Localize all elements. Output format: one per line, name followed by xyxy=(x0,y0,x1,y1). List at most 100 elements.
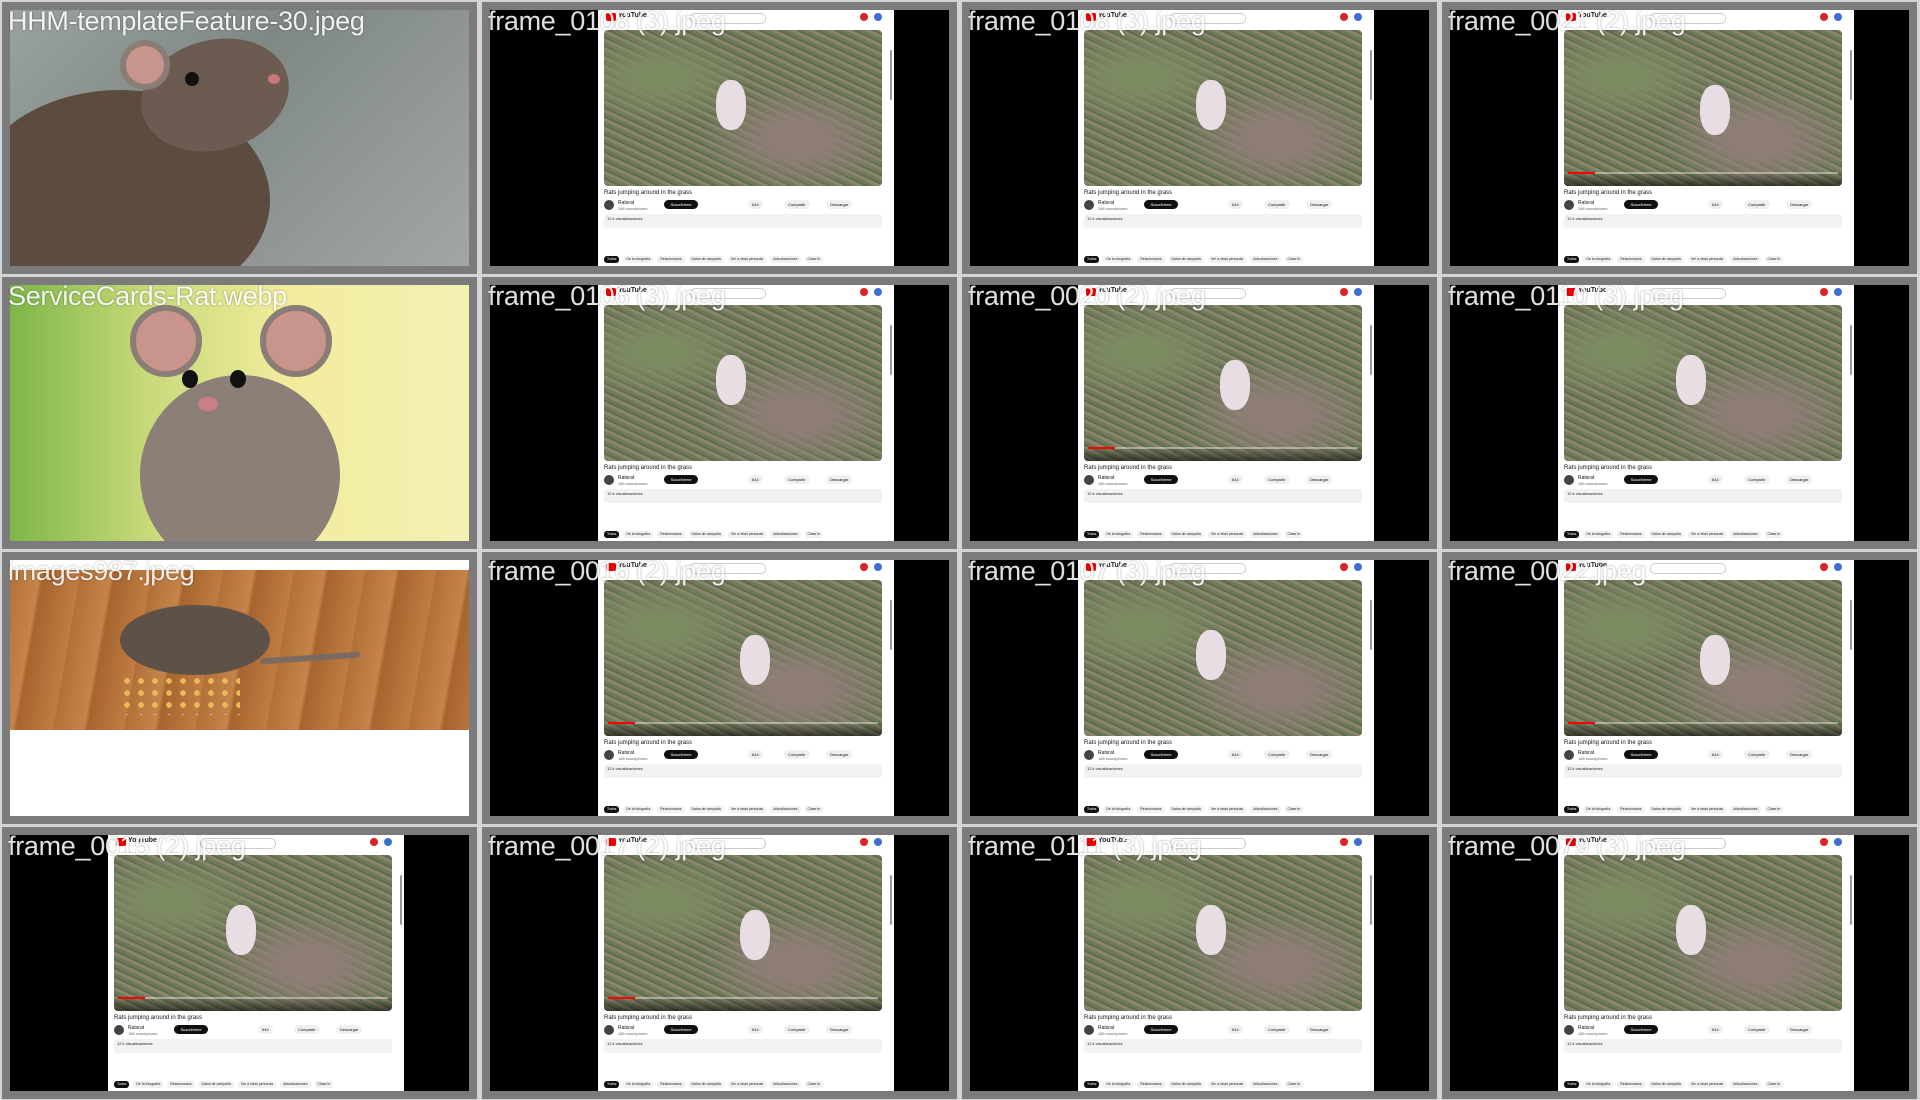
avatar[interactable] xyxy=(1834,563,1842,571)
chip[interactable]: Ver a otras personas xyxy=(1687,806,1727,813)
chip[interactable]: Datos de campaña xyxy=(688,256,724,263)
chip[interactable]: Relacionados xyxy=(657,1081,685,1088)
chip[interactable]: Relacionados xyxy=(657,531,685,538)
player-controls[interactable] xyxy=(1564,722,1842,736)
chip[interactable]: Todos xyxy=(1564,806,1580,813)
avatar[interactable] xyxy=(874,288,882,296)
chip[interactable]: Clase le xyxy=(314,1081,334,1088)
avatar[interactable] xyxy=(1834,838,1842,846)
chip[interactable]: Todos xyxy=(1564,531,1580,538)
chip[interactable]: Ver a otras personas xyxy=(1207,531,1247,538)
channel-avatar[interactable] xyxy=(1564,475,1574,485)
chip[interactable]: Ver a otras personas xyxy=(727,1081,767,1088)
video-player[interactable] xyxy=(604,855,882,1011)
subscribe-button[interactable]: Suscribirme xyxy=(1144,1025,1178,1034)
notification-icon[interactable] xyxy=(1340,288,1348,296)
chip[interactable]: De la fotografía xyxy=(1583,806,1614,813)
share-button[interactable]: Compartir xyxy=(784,750,810,759)
chip[interactable]: Ver a otras personas xyxy=(1687,1081,1727,1088)
thumbnail-tile[interactable]: YouTube Rats jumping around in the grass R… xyxy=(2,827,477,1099)
description-box[interactable]: 12 k visualizaciones xyxy=(604,214,882,228)
chip[interactable]: Actualizaciones xyxy=(1730,256,1761,263)
player-controls[interactable] xyxy=(1564,172,1842,186)
scrollbar[interactable] xyxy=(1370,50,1372,100)
player-controls[interactable] xyxy=(604,997,882,1011)
thumbnail-tile[interactable]: YouTube Rats jumping around in the grass R… xyxy=(482,552,957,824)
channel-avatar[interactable] xyxy=(1564,1025,1574,1035)
notification-icon[interactable] xyxy=(1340,563,1348,571)
channel-avatar[interactable] xyxy=(114,1025,124,1035)
video-player[interactable] xyxy=(1564,30,1842,186)
chip[interactable]: De la fotografía xyxy=(623,531,654,538)
description-box[interactable]: 12 k visualizaciones xyxy=(1084,489,1362,503)
avatar[interactable] xyxy=(1834,288,1842,296)
subscribe-button[interactable]: Suscribirme xyxy=(1144,200,1178,209)
download-button[interactable]: Descargar xyxy=(1786,475,1813,484)
description-box[interactable]: 12 k visualizaciones xyxy=(1564,1039,1842,1053)
chip[interactable]: Relacionados xyxy=(1137,531,1165,538)
download-button[interactable]: Descargar xyxy=(826,1025,853,1034)
like-button[interactable]: 644 xyxy=(1228,475,1243,484)
notification-icon[interactable] xyxy=(1820,838,1828,846)
chip[interactable]: Datos de campaña xyxy=(688,1081,724,1088)
scrollbar[interactable] xyxy=(1850,50,1852,100)
chip[interactable]: Todos xyxy=(1084,531,1100,538)
like-button[interactable]: 644 xyxy=(748,200,763,209)
video-player[interactable] xyxy=(604,30,882,186)
chip[interactable]: Ver a otras personas xyxy=(1687,531,1727,538)
download-button[interactable]: Descargar xyxy=(826,475,853,484)
avatar[interactable] xyxy=(1354,13,1362,21)
player-controls[interactable] xyxy=(1084,447,1362,461)
description-box[interactable]: 12 k visualizaciones xyxy=(1564,214,1842,228)
chip[interactable]: Ver a otras personas xyxy=(727,531,767,538)
chip[interactable]: Todos xyxy=(1084,1081,1100,1088)
chip[interactable]: Todos xyxy=(1564,1081,1580,1088)
avatar[interactable] xyxy=(874,838,882,846)
share-button[interactable]: Compartir xyxy=(1744,750,1770,759)
subscribe-button[interactable]: Suscribirme xyxy=(664,750,698,759)
channel-avatar[interactable] xyxy=(604,200,614,210)
like-button[interactable]: 644 xyxy=(748,1025,763,1034)
thumbnail-tile[interactable]: YouTube Rats jumping around in the grass R… xyxy=(1442,827,1917,1099)
chip[interactable]: Todos xyxy=(1084,806,1100,813)
chip[interactable]: Relacionados xyxy=(167,1081,195,1088)
avatar[interactable] xyxy=(874,13,882,21)
video-player[interactable] xyxy=(1084,30,1362,186)
subscribe-button[interactable]: Suscribirme xyxy=(664,200,698,209)
chip[interactable]: Clase le xyxy=(1284,1081,1304,1088)
chip[interactable]: Actualizaciones xyxy=(1730,806,1761,813)
notification-icon[interactable] xyxy=(860,563,868,571)
like-button[interactable]: 644 xyxy=(1708,1025,1723,1034)
chip[interactable]: Relacionados xyxy=(1617,256,1645,263)
chip[interactable]: Clase le xyxy=(804,806,824,813)
chip[interactable]: Datos de campaña xyxy=(1168,1081,1204,1088)
chip[interactable]: Datos de campaña xyxy=(1168,256,1204,263)
share-button[interactable]: Compartir xyxy=(784,200,810,209)
channel-avatar[interactable] xyxy=(1084,200,1094,210)
description-box[interactable]: 12 k visualizaciones xyxy=(1084,764,1362,778)
like-button[interactable]: 644 xyxy=(1708,750,1723,759)
progress-bar[interactable] xyxy=(1568,172,1838,174)
video-player[interactable] xyxy=(1564,580,1842,736)
avatar[interactable] xyxy=(1354,838,1362,846)
chip[interactable]: Actualizaciones xyxy=(770,1081,801,1088)
notification-icon[interactable] xyxy=(370,838,378,846)
video-player[interactable] xyxy=(1084,580,1362,736)
share-button[interactable]: Compartir xyxy=(1264,475,1290,484)
chip[interactable]: Ver a otras personas xyxy=(1207,1081,1247,1088)
description-box[interactable]: 12 k visualizaciones xyxy=(1564,764,1842,778)
channel-avatar[interactable] xyxy=(604,1025,614,1035)
thumbnail-tile[interactable]: YouTube Rats jumping around in the grass R… xyxy=(962,552,1437,824)
chip[interactable]: Clase le xyxy=(1764,531,1784,538)
notification-icon[interactable] xyxy=(860,13,868,21)
chip[interactable]: De la fotografía xyxy=(1103,256,1134,263)
description-box[interactable]: 12 k visualizaciones xyxy=(1084,1039,1362,1053)
chip[interactable]: Datos de campaña xyxy=(1168,531,1204,538)
share-button[interactable]: Compartir xyxy=(1744,1025,1770,1034)
video-player[interactable] xyxy=(1564,855,1842,1011)
chip[interactable]: De la fotografía xyxy=(1583,531,1614,538)
chip[interactable]: De la fotografía xyxy=(623,256,654,263)
channel-avatar[interactable] xyxy=(1084,1025,1094,1035)
description-box[interactable]: 12 k visualizaciones xyxy=(1564,489,1842,503)
subscribe-button[interactable]: Suscribirme xyxy=(174,1025,208,1034)
